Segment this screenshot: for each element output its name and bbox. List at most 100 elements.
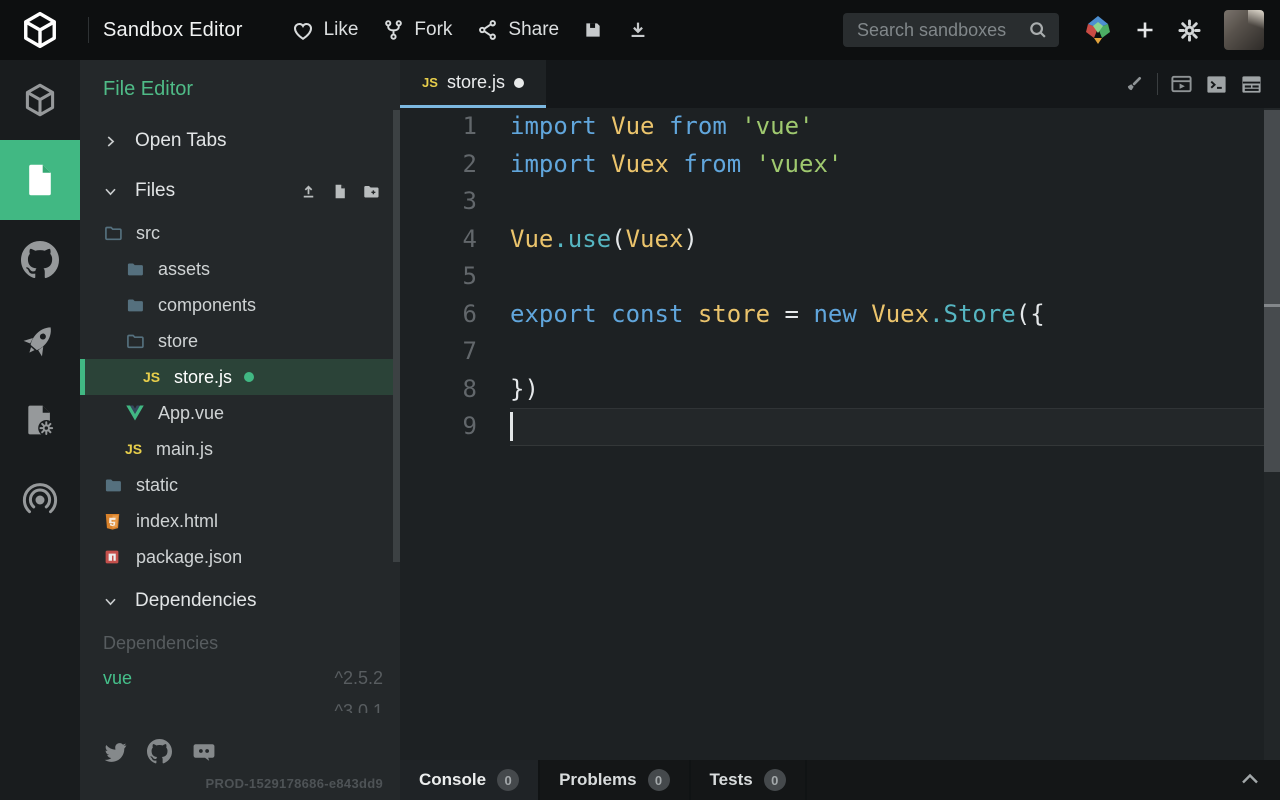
activity-server-config[interactable] <box>0 380 80 460</box>
discord-icon[interactable] <box>191 739 217 764</box>
files-actions <box>299 177 381 205</box>
download-button[interactable] <box>627 19 649 41</box>
tree-item-package.json[interactable]: package.json <box>80 539 400 575</box>
code-line-9[interactable] <box>510 408 1264 446</box>
activity-file-editor[interactable] <box>0 140 80 220</box>
build-id: PROD-1529178686-e843dd9 <box>206 776 383 791</box>
code-token: Vuex <box>871 300 929 328</box>
user-avatar[interactable] <box>1224 10 1264 50</box>
panel-tab-label: Problems <box>559 770 636 790</box>
codesandbox-logo[interactable] <box>0 11 80 49</box>
download-icon <box>627 19 649 41</box>
upload-icon[interactable] <box>299 182 318 201</box>
tab-store-js[interactable]: JS store.js <box>400 60 546 108</box>
dependencies-section[interactable]: Dependencies <box>80 587 400 615</box>
tree-item-src[interactable]: src <box>80 215 400 251</box>
open-tabs-label: Open Tabs <box>135 130 227 152</box>
fork-label: Fork <box>414 19 452 41</box>
activity-sandbox[interactable] <box>0 60 80 140</box>
code-token: ( <box>611 225 625 253</box>
code-line-7[interactable] <box>510 333 1264 371</box>
tree-item-label: src <box>136 223 160 244</box>
activity-github[interactable] <box>0 220 80 300</box>
layout-view-icon[interactable] <box>1240 73 1263 96</box>
editor-scrollbar-thumb[interactable] <box>1264 110 1280 472</box>
topbar-right <box>843 10 1264 50</box>
tree-item-store[interactable]: store <box>80 323 400 359</box>
code-token: import <box>510 150 611 178</box>
activity-live[interactable] <box>0 460 80 540</box>
twitter-icon[interactable] <box>103 739 128 764</box>
tree-item-static[interactable]: static <box>80 467 400 503</box>
tree-item-label: assets <box>158 259 210 280</box>
code-line-1[interactable]: import Vue from 'vue' <box>510 108 1264 146</box>
chevron-down-icon <box>103 594 119 609</box>
code-token: Vue <box>510 225 553 253</box>
modified-dot <box>244 372 254 382</box>
settings-button[interactable] <box>1177 18 1202 43</box>
code-token: export <box>510 300 611 328</box>
tree-item-assets[interactable]: assets <box>80 251 400 287</box>
prettify-brush-icon[interactable] <box>1122 73 1145 96</box>
line-number: 7 <box>400 333 477 371</box>
code-token: .use <box>553 225 611 253</box>
save-button[interactable] <box>583 20 603 40</box>
code-editor[interactable]: 123456789 import Vue from 'vue'import Vu… <box>400 108 1264 760</box>
like-button[interactable]: Like <box>291 18 359 42</box>
code-line-6[interactable]: export const store = new Vuex.Store({ <box>510 296 1264 334</box>
new-file-icon[interactable] <box>331 182 348 201</box>
search-box[interactable] <box>843 13 1059 47</box>
panel-tab-problems[interactable]: Problems 0 <box>540 760 690 800</box>
topbar-divider <box>88 17 89 43</box>
tree-item-main.js[interactable]: JSmain.js <box>80 431 400 467</box>
text-cursor <box>510 412 513 441</box>
panel-tab-console[interactable]: Console 0 <box>400 760 540 800</box>
code-line-4[interactable]: Vue.use(Vuex) <box>510 221 1264 259</box>
tree-item-label: store.js <box>174 367 232 388</box>
share-button[interactable]: Share <box>476 18 559 42</box>
codesandbox-editor: Sandbox Editor Like Fork <box>0 0 1280 800</box>
open-tabs-section[interactable]: Open Tabs <box>80 127 400 155</box>
js-icon: JS <box>143 369 165 385</box>
browser-preview-icon[interactable] <box>1170 73 1193 96</box>
tree-item-index.html[interactable]: index.html <box>80 503 400 539</box>
file-icon <box>22 162 58 198</box>
patron-badge-icon[interactable] <box>1083 14 1113 46</box>
code-line-2[interactable]: import Vuex from 'vuex' <box>510 146 1264 184</box>
explorer-scrollbar[interactable] <box>393 110 400 562</box>
topbar-actions: Like Fork Share <box>291 18 650 42</box>
new-folder-icon[interactable] <box>361 182 381 201</box>
tree-item-App.vue[interactable]: App.vue <box>80 395 400 431</box>
code-content[interactable]: import Vue from 'vue'import Vuex from 'v… <box>510 108 1264 760</box>
tree-item-label: components <box>158 295 256 316</box>
code-token: from <box>669 150 756 178</box>
fork-button[interactable]: Fork <box>382 18 452 42</box>
dependency-name: vue <box>103 668 132 689</box>
share-label: Share <box>508 19 559 41</box>
tree-item-store.js[interactable]: JS store.js <box>80 359 400 395</box>
dependency-row[interactable]: vue ^2.5.2 <box>103 668 383 689</box>
js-badge: JS <box>422 75 438 90</box>
code-line-8[interactable]: }) <box>510 371 1264 409</box>
new-sandbox-button[interactable] <box>1133 18 1157 42</box>
files-section[interactable]: Files <box>80 177 400 205</box>
search-input[interactable] <box>857 20 1027 41</box>
code-line-5[interactable] <box>510 258 1264 296</box>
panel-tab-tests[interactable]: Tests 0 <box>691 760 807 800</box>
line-number: 9 <box>400 408 477 446</box>
code-token: = <box>770 300 813 328</box>
count-badge: 0 <box>497 769 519 791</box>
line-number: 4 <box>400 221 477 259</box>
vue-icon <box>125 403 145 423</box>
console-view-icon[interactable] <box>1205 73 1228 96</box>
unsaved-dot <box>514 78 524 88</box>
tree-item-components[interactable]: components <box>80 287 400 323</box>
count-badge: 0 <box>764 769 786 791</box>
fork-icon <box>382 18 405 42</box>
js-icon: JS <box>125 441 147 457</box>
expand-panel-button[interactable] <box>1238 768 1262 792</box>
code-line-3[interactable] <box>510 183 1264 221</box>
github-icon[interactable] <box>147 739 172 764</box>
activity-deployment[interactable] <box>0 300 80 380</box>
dependency-row-clipped[interactable]: ^3.0.1 <box>103 701 383 713</box>
